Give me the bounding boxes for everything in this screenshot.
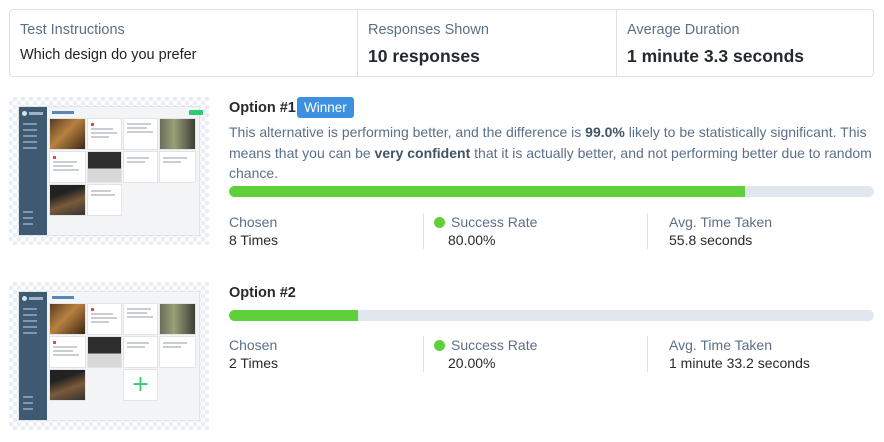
test-summary: Test Instructions Which design do you pr…: [9, 9, 874, 77]
option-2-progress-fill: [229, 310, 358, 321]
design-mockup: [19, 107, 203, 235]
avg-time-stat: Avg. Time Taken 55.8 seconds: [669, 213, 772, 253]
chosen-stat: Chosen 2 Times: [229, 336, 278, 376]
plus-icon: +: [131, 372, 150, 397]
significance-percentage: 99.0%: [585, 124, 625, 140]
average-duration-value: 1 minute 3.3 seconds: [627, 46, 805, 66]
option-1-stats: Chosen 8 Times Success Rate 80.00% Avg. …: [229, 213, 874, 253]
success-rate-stat: Success Rate 80.00%: [434, 213, 537, 253]
avg-time-value: 55.8 seconds: [669, 232, 753, 248]
success-rate-value: 80.00%: [448, 232, 496, 248]
option-1-progress-bar: [229, 186, 874, 197]
success-rate-label: Success Rate: [451, 214, 538, 230]
mockup-sidebar: [19, 292, 47, 420]
chosen-value: 8 Times: [229, 232, 279, 248]
mockup-sidebar: [19, 107, 47, 235]
success-rate-value: 20.00%: [448, 355, 496, 371]
average-duration-label: Average Duration: [627, 22, 740, 38]
average-duration-cell: Average Duration 1 minute 3.3 seconds: [616, 10, 873, 76]
success-dot-icon: [434, 217, 445, 228]
chosen-label: Chosen: [229, 214, 278, 230]
chosen-value: 2 Times: [229, 355, 279, 371]
stat-divider: [647, 213, 648, 249]
chosen-stat: Chosen 8 Times: [229, 213, 278, 253]
success-rate-stat: Success Rate 20.00%: [434, 336, 537, 376]
responses-shown-cell: Responses Shown 10 responses: [357, 10, 616, 76]
option-1-design-thumbnail[interactable]: [9, 97, 209, 245]
responses-shown-label: Responses Shown: [368, 22, 489, 38]
option-2-stats: Chosen 2 Times Success Rate 20.00% Avg. …: [229, 336, 874, 376]
winner-badge: Winner: [297, 97, 354, 118]
option-1-description: This alternative is performing better, a…: [229, 124, 872, 181]
option-1: Option #1 Winner This alternative is per…: [9, 97, 875, 249]
test-instructions-cell: Test Instructions Which design do you pr…: [10, 10, 357, 76]
stat-divider: [423, 213, 424, 249]
avg-time-value: 1 minute 33.2 seconds: [669, 355, 810, 371]
mockup-add-card: +: [124, 370, 157, 400]
success-rate-label: Success Rate: [451, 337, 538, 353]
avg-time-label: Avg. Time Taken: [669, 214, 772, 230]
avg-time-stat: Avg. Time Taken 1 minute 33.2 seconds: [669, 336, 810, 376]
avg-time-label: Avg. Time Taken: [669, 337, 772, 353]
test-instructions-value: Which design do you prefer: [20, 47, 197, 63]
option-2-title: Option #2: [229, 285, 296, 301]
design-mockup: +: [19, 292, 199, 420]
option-2-progress-bar: [229, 310, 874, 321]
success-dot-icon: [434, 340, 445, 351]
option-2: + Option #2 Chosen 2 Times Success Rate …: [9, 282, 875, 432]
stat-divider: [647, 336, 648, 372]
option-1-progress-fill: [229, 186, 745, 197]
responses-shown-value: 10 responses: [368, 46, 480, 66]
stat-divider: [423, 336, 424, 372]
chosen-label: Chosen: [229, 337, 278, 353]
option-1-title: Option #1: [229, 100, 296, 116]
test-instructions-label: Test Instructions: [20, 22, 125, 38]
confidence-level: very confident: [374, 144, 471, 161]
option-2-design-thumbnail[interactable]: +: [9, 282, 209, 430]
